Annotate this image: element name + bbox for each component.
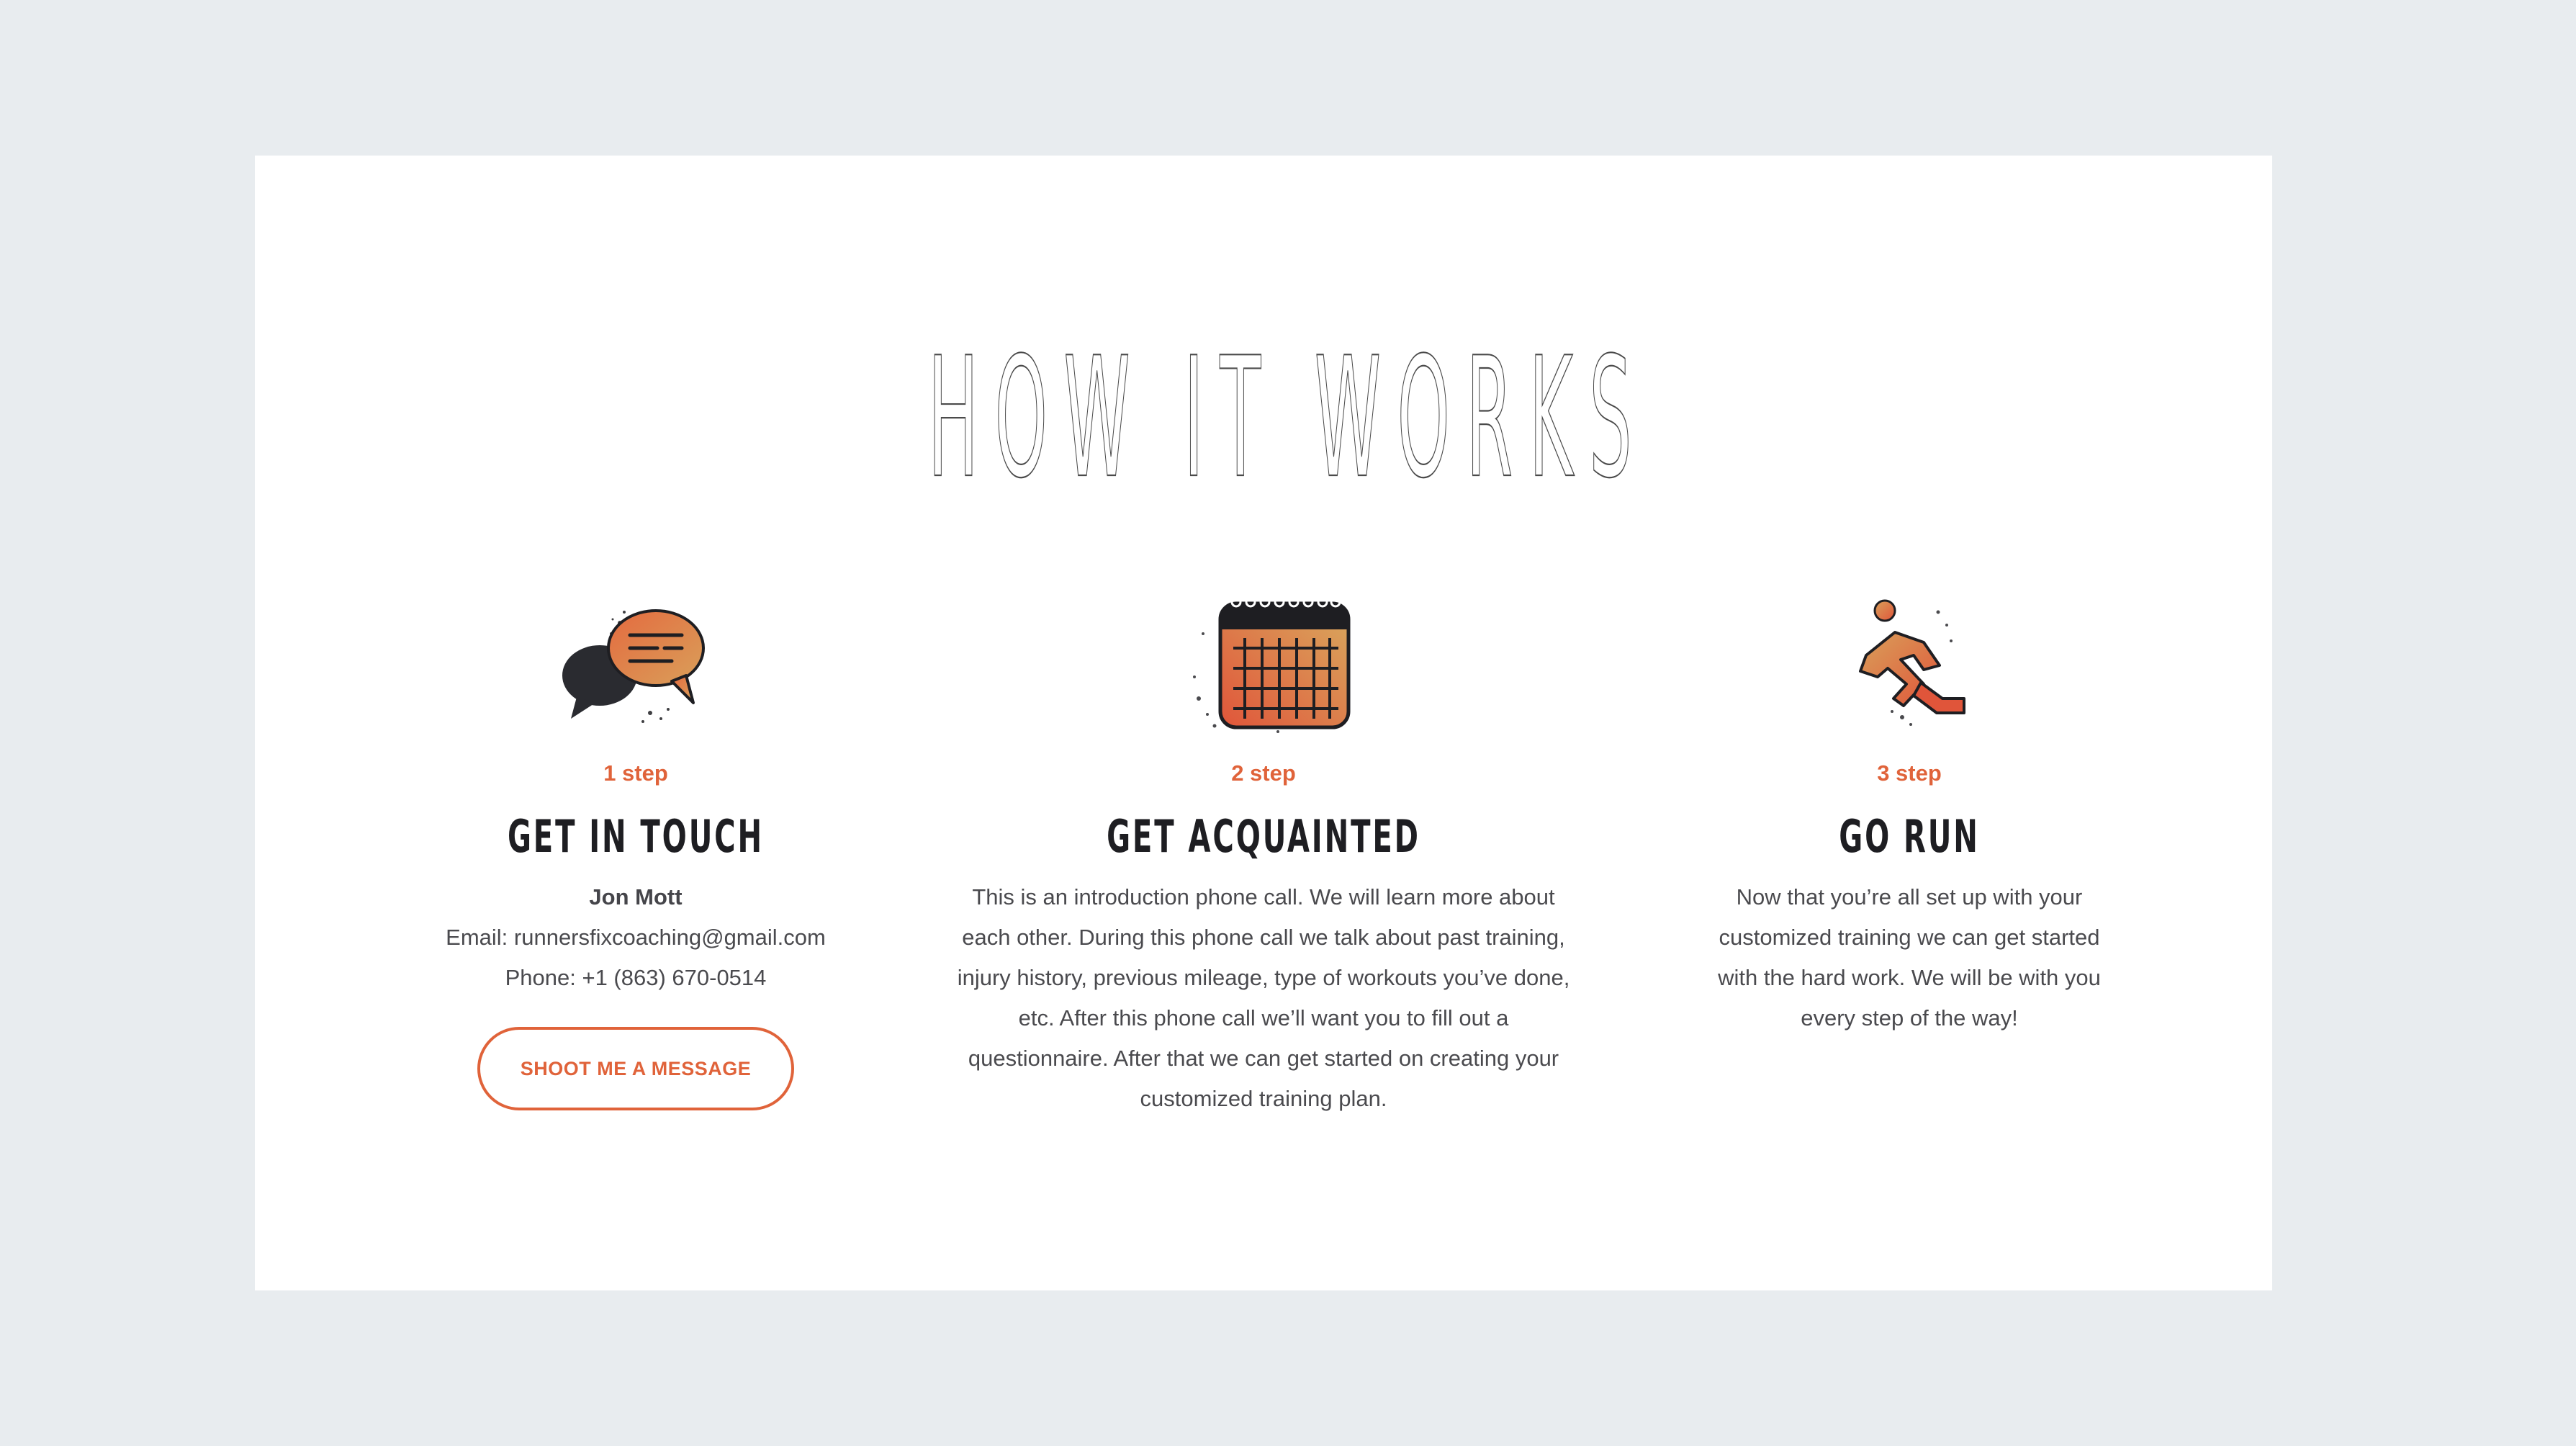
section-title-text: HOW IT WORKS xyxy=(928,323,1648,515)
step-2-heading: GET ACQUAINTED xyxy=(1107,810,1420,863)
step-1-label: 1 step xyxy=(603,760,668,786)
speech-bubbles-icon xyxy=(562,609,705,723)
step-3-column: 3 step GO RUN Now that you’re all set up… xyxy=(1585,590,2233,1038)
contact-email: Email: runnersfixcoaching@gmail.com xyxy=(446,925,826,950)
step-2-description: This is an introduction phone call. We w… xyxy=(957,884,1570,1111)
runner-icon xyxy=(1859,599,1965,726)
contact-info: Jon Mott Email: runnersfixcoaching@gmail… xyxy=(312,877,960,998)
step-2-column: 2 step GET ACQUAINTED This is an introdu… xyxy=(940,590,1588,1119)
step-3-label: 3 step xyxy=(1877,760,1942,786)
calendar-icon xyxy=(1193,596,1351,733)
contact-phone: Phone: +1 (863) 670-0514 xyxy=(505,965,767,990)
section-title: HOW IT WORKS xyxy=(0,310,2576,516)
step-3-heading: GO RUN xyxy=(1839,810,1980,863)
step-1-heading: GET IN TOUCH xyxy=(507,810,765,863)
shoot-message-button[interactable]: SHOOT ME A MESSAGE xyxy=(477,1027,794,1110)
step-3-description: Now that you’re all set up with your cus… xyxy=(1718,884,2101,1030)
step-1-column: 1 step GET IN TOUCH Jon Mott Email: runn… xyxy=(312,590,960,1110)
step-2-label: 2 step xyxy=(1231,760,1296,786)
contact-name: Jon Mott xyxy=(589,884,683,910)
